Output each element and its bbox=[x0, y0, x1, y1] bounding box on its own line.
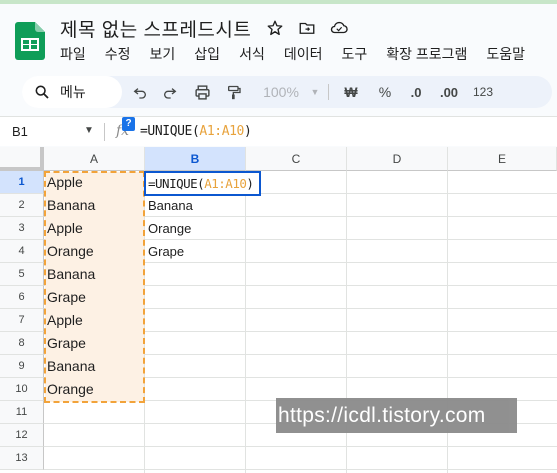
redo-icon bbox=[164, 88, 177, 99]
search-icon bbox=[35, 85, 49, 99]
app-header: 제목 없는 스프레드시트 파일 수정 보기 삽입 서식 데이터 도구 확장 프로… bbox=[0, 4, 557, 72]
row-header-6[interactable]: 6 bbox=[0, 286, 44, 309]
cell-b2[interactable]: Banana bbox=[145, 194, 245, 217]
select-all-corner[interactable] bbox=[0, 147, 44, 171]
move-folder-icon[interactable] bbox=[296, 17, 318, 39]
menu-tools[interactable]: 도구 bbox=[341, 44, 375, 64]
menu-view[interactable]: 보기 bbox=[150, 44, 184, 64]
row-header-10[interactable]: 10 bbox=[0, 378, 44, 401]
column-header-e[interactable]: E bbox=[448, 147, 557, 171]
column-header-a[interactable]: A bbox=[44, 147, 145, 171]
name-box-chevron-down-icon[interactable]: ▼ bbox=[84, 125, 94, 136]
row-header-8[interactable]: 8 bbox=[0, 332, 44, 355]
redo-button[interactable] bbox=[158, 76, 182, 108]
row-header-4[interactable]: 4 bbox=[0, 240, 44, 263]
increase-decimal-button[interactable]: .00 bbox=[434, 76, 464, 108]
row-header-5[interactable]: 5 bbox=[0, 263, 44, 286]
cell-a6[interactable]: Grape bbox=[44, 286, 144, 309]
column-gridline bbox=[245, 171, 246, 473]
toolbar: 메뉴 100% ▼ ₩ % .0 .00 123 bbox=[22, 76, 552, 108]
row-header-11[interactable]: 11 bbox=[0, 401, 44, 424]
increase-decimal-label: .00 bbox=[439, 84, 459, 100]
menu-edit[interactable]: 수정 bbox=[105, 44, 139, 64]
menu-data[interactable]: 데이터 bbox=[284, 44, 331, 64]
print-button[interactable] bbox=[190, 76, 214, 108]
cell-a5[interactable]: Banana bbox=[44, 263, 144, 286]
document-title[interactable]: 제목 없는 스프레드시트 bbox=[60, 15, 251, 42]
sheets-logo-icon[interactable] bbox=[15, 22, 45, 60]
menu-help[interactable]: 도움말 bbox=[486, 44, 533, 64]
currency-format-button[interactable]: ₩ bbox=[340, 76, 362, 108]
decrease-decimal-button[interactable]: .0 bbox=[404, 76, 428, 108]
cell-a3[interactable]: Apple bbox=[44, 217, 144, 240]
undo-button[interactable] bbox=[128, 76, 152, 108]
row-gridline bbox=[44, 446, 557, 447]
formula-input[interactable]: =UNIQUE(A1:A10) bbox=[140, 124, 252, 139]
paint-format-icon bbox=[228, 85, 241, 99]
formula-prefix: =UNIQUE( bbox=[140, 124, 200, 139]
menu-bar: 파일 수정 보기 삽입 서식 데이터 도구 확장 프로그램 도움말 bbox=[60, 44, 544, 64]
cell-a8[interactable]: Grape bbox=[44, 332, 144, 355]
cell-b3[interactable]: Orange bbox=[145, 217, 245, 240]
menu-file[interactable]: 파일 bbox=[60, 44, 94, 64]
row-header-12[interactable]: 12 bbox=[0, 424, 44, 447]
formula-bar-divider bbox=[104, 123, 105, 141]
formula-suffix: ) bbox=[243, 124, 252, 139]
row-header-1[interactable]: 1 bbox=[0, 171, 44, 194]
cell-a2[interactable]: Banana bbox=[44, 194, 144, 217]
cell-a4[interactable]: Orange bbox=[44, 240, 144, 263]
cell-b4[interactable]: Grape bbox=[145, 240, 245, 263]
number-format-button[interactable]: 123 bbox=[470, 76, 496, 108]
menu-extensions[interactable]: 확장 프로그램 bbox=[386, 44, 475, 64]
search-label: 메뉴 bbox=[60, 84, 86, 100]
row-header-7[interactable]: 7 bbox=[0, 309, 44, 332]
paint-format-button[interactable] bbox=[222, 76, 246, 108]
column-header-d[interactable]: D bbox=[347, 147, 448, 171]
formula-bar: B1 ▼ fx ? =UNIQUE(A1:A10) bbox=[0, 116, 557, 146]
decrease-decimal-label: .0 bbox=[410, 84, 422, 100]
cell-b1-formula: =UNIQUE(A1:A10) bbox=[148, 176, 254, 191]
menu-format[interactable]: 서식 bbox=[239, 44, 273, 64]
column-header-b[interactable]: B bbox=[145, 147, 246, 171]
formula-help-icon[interactable]: ? bbox=[122, 117, 135, 131]
print-icon bbox=[194, 84, 210, 100]
cell-a1[interactable]: Apple bbox=[44, 171, 144, 194]
search-menus-button[interactable]: 메뉴 bbox=[22, 76, 122, 108]
watermark-url: https://icdl.tistory.com bbox=[276, 398, 517, 433]
row-header-9[interactable]: 9 bbox=[0, 355, 44, 378]
cell-a10[interactable]: Orange bbox=[44, 378, 144, 401]
undo-icon bbox=[133, 88, 146, 99]
row-header-2[interactable]: 2 bbox=[0, 194, 44, 217]
row-header-13[interactable]: 13 bbox=[0, 447, 44, 470]
cloud-status-icon[interactable] bbox=[328, 17, 350, 39]
formula-range: A1:A10 bbox=[199, 124, 244, 139]
column-header-c[interactable]: C bbox=[246, 147, 347, 171]
cell-a9[interactable]: Banana bbox=[44, 355, 144, 378]
row-header-3[interactable]: 3 bbox=[0, 217, 44, 240]
toolbar-divider bbox=[328, 84, 329, 100]
percent-format-button[interactable]: % bbox=[374, 76, 396, 108]
star-icon[interactable] bbox=[264, 17, 286, 39]
name-box[interactable]: B1 bbox=[12, 124, 28, 139]
zoom-select[interactable]: 100% bbox=[256, 76, 306, 108]
cell-a7[interactable]: Apple bbox=[44, 309, 144, 332]
menu-insert[interactable]: 삽입 bbox=[194, 44, 228, 64]
zoom-chevron-down-icon[interactable]: ▼ bbox=[308, 76, 322, 108]
row-gridline bbox=[44, 469, 557, 470]
